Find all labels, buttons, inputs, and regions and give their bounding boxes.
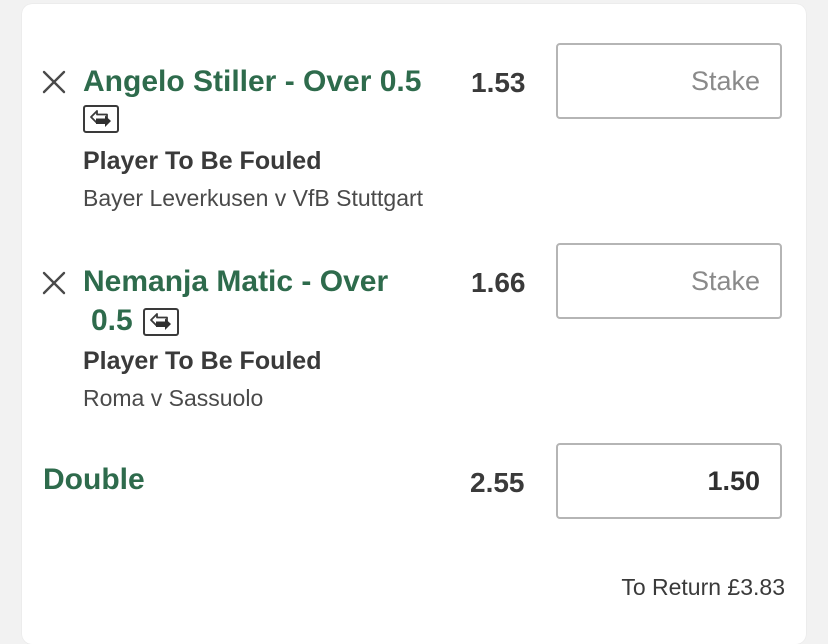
event-name: Bayer Leverkusen v VfB Stuttgart	[83, 185, 424, 211]
multiple-bet-label: Double	[43, 463, 145, 496]
multiple-odds: 2.55	[470, 467, 525, 498]
remove-selection-button[interactable]	[41, 69, 67, 95]
selection-title-line2: 0.5	[91, 304, 133, 337]
selection-title: Nemanja Matic - Over	[83, 265, 389, 298]
selection-odds: 1.53	[471, 67, 526, 98]
swap-arrows-icon[interactable]	[83, 105, 119, 133]
selection-odds: 1.66	[471, 267, 526, 298]
to-return-text: To Return £3.83	[621, 574, 785, 600]
remove-selection-button[interactable]	[41, 270, 67, 296]
stake-input[interactable]	[556, 43, 782, 119]
market-name: Player To Be Fouled	[83, 147, 322, 175]
market-name: Player To Be Fouled	[83, 347, 322, 375]
close-icon	[42, 271, 66, 295]
event-name: Roma v Sassuolo	[83, 385, 264, 411]
selection-title: Angelo Stiller - Over 0.5	[83, 65, 422, 98]
stake-input[interactable]	[556, 243, 782, 319]
double-stake-input[interactable]	[556, 443, 782, 519]
selection-title-continued: 0.5	[91, 303, 179, 339]
close-icon	[42, 70, 66, 94]
swap-arrows-icon[interactable]	[142, 308, 179, 337]
